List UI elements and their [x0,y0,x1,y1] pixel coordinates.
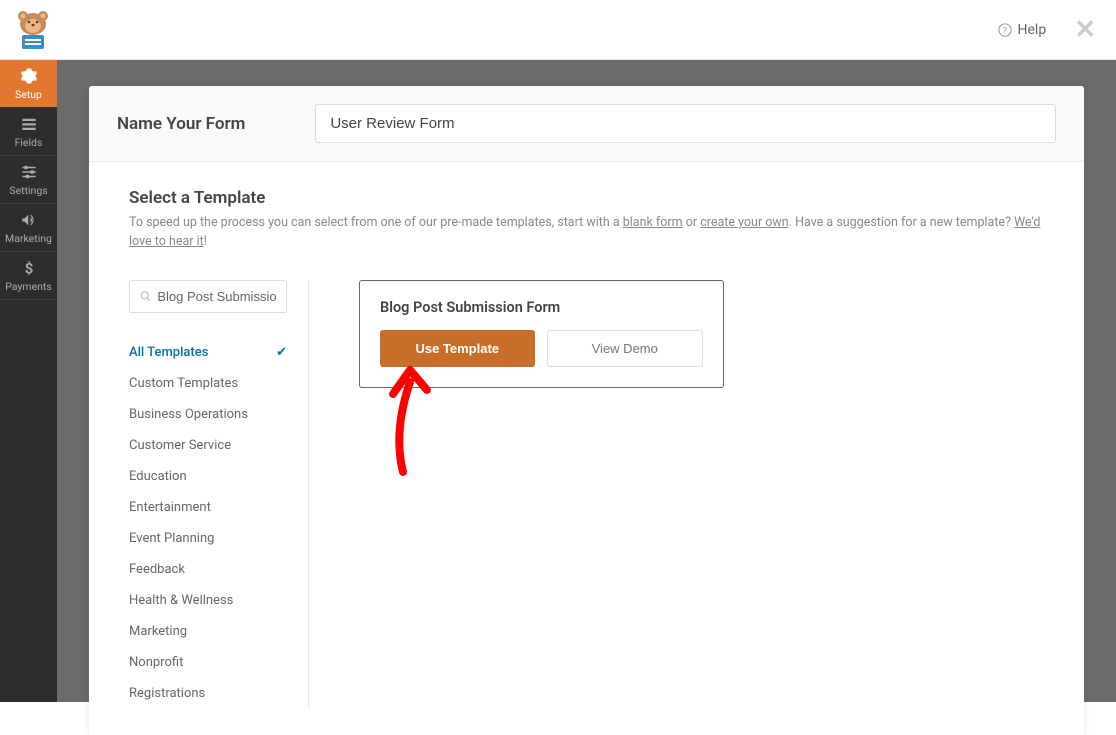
category-label: Customer Service [129,438,231,453]
sidebar-item-setup[interactable]: Setup [0,60,57,108]
desc-text: . Have a suggestion for a new template? [789,215,1014,230]
sidebar-item-fields[interactable]: Fields [0,108,57,156]
logo-bear [12,9,54,51]
sliders-icon [20,163,38,181]
templates-column: Blog Post Submission Form Use Template V… [339,280,1044,709]
sidebar-item-label: Marketing [5,232,52,245]
category-item[interactable]: Entertainment [129,492,287,523]
sidebar-item-settings[interactable]: Settings [0,156,57,204]
category-item[interactable]: Customer Service [129,430,287,461]
category-item[interactable]: Custom Templates [129,368,287,399]
check-icon: ✔ [276,345,287,360]
category-label: Event Planning [129,531,214,546]
header-right: ? Help ✕ [998,17,1096,43]
sidebar-item-payments[interactable]: $ Payments [0,252,57,300]
help-label: Help [1018,22,1047,38]
category-label: Feedback [129,562,185,577]
view-demo-button[interactable]: View Demo [547,330,704,367]
name-form-label: Name Your Form [117,114,245,134]
template-search-input[interactable] [157,289,276,304]
main-panel: Name Your Form Select a Template To spee… [89,86,1084,735]
desc-text: To speed up the process you can select f… [129,215,623,230]
list-icon [20,115,38,133]
category-item[interactable]: Marketing [129,616,287,647]
select-template-desc: To speed up the process you can select f… [129,214,1044,252]
category-item-all-templates[interactable]: All Templates ✔ [129,337,287,368]
help-button[interactable]: ? Help [998,22,1047,38]
category-label: All Templates [129,345,208,360]
top-header: ? Help ✕ [0,0,1116,60]
close-button[interactable]: ✕ [1074,17,1096,43]
form-name-input[interactable] [315,104,1056,143]
category-label: Custom Templates [129,376,238,391]
category-item[interactable]: Registrations [129,678,287,709]
category-item[interactable]: Event Planning [129,523,287,554]
search-icon [140,290,151,303]
desc-text: or [683,215,701,230]
sidebar: Setup Fields Settings Marketing $ Paymen… [0,60,57,702]
select-template-title: Select a Template [129,188,1044,208]
category-item[interactable]: Health & Wellness [129,585,287,616]
category-label: Entertainment [129,500,211,515]
create-own-link[interactable]: create your own [700,215,789,230]
category-item[interactable]: Education [129,461,287,492]
sidebar-item-marketing[interactable]: Marketing [0,204,57,252]
dollar-icon: $ [20,259,38,277]
category-label: Registrations [129,686,205,701]
template-card-buttons: Use Template View Demo [380,330,703,367]
use-template-button[interactable]: Use Template [380,330,535,367]
categories-column: All Templates ✔ Custom Templates Business… [129,280,309,709]
template-row: All Templates ✔ Custom Templates Business… [129,280,1044,709]
sidebar-item-label: Settings [9,184,47,197]
template-card: Blog Post Submission Form Use Template V… [359,280,724,388]
category-item[interactable]: Feedback [129,554,287,585]
desc-text: ! [204,234,207,249]
svg-text:?: ? [1002,26,1006,36]
category-label: Business Operations [129,407,248,422]
category-label: Education [129,469,187,484]
name-form-row: Name Your Form [89,86,1084,162]
sidebar-item-label: Payments [5,280,52,293]
category-list: All Templates ✔ Custom Templates Business… [129,337,308,709]
template-card-title: Blog Post Submission Form [380,299,703,316]
sidebar-item-label: Setup [15,88,42,101]
category-label: Marketing [129,624,187,639]
category-item[interactable]: Business Operations [129,399,287,430]
template-search-wrap[interactable] [129,280,287,313]
category-label: Health & Wellness [129,593,233,608]
template-area: Select a Template To speed up the proces… [89,162,1084,735]
sidebar-item-label: Fields [15,136,43,149]
help-icon: ? [998,23,1012,37]
category-item[interactable]: Nonprofit [129,647,287,678]
bullhorn-icon [20,211,38,229]
svg-text:$: $ [24,259,33,277]
gear-icon [20,67,38,85]
blank-form-link[interactable]: blank form [623,215,683,230]
main-outer: Name Your Form Select a Template To spee… [57,60,1116,702]
category-label: Nonprofit [129,655,183,670]
